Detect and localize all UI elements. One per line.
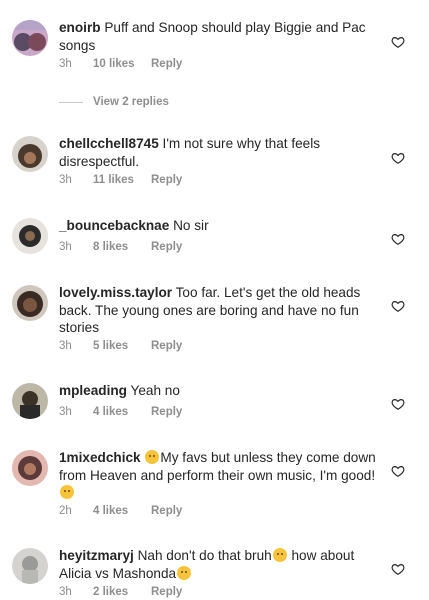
like-heart-icon[interactable] (391, 151, 405, 165)
avatar[interactable] (12, 383, 48, 419)
comment-meta: 3h 4 likes Reply (59, 406, 182, 418)
comment-meta: 2h 4 likes Reply (59, 505, 182, 517)
comment-text: 1mixedchick My favs but unless they come… (59, 449, 381, 502)
likes-count[interactable]: 5 likes (93, 340, 151, 352)
comment-body: No sir (173, 218, 209, 233)
like-heart-icon[interactable] (391, 397, 405, 411)
comment-time: 3h (59, 174, 72, 186)
comment-text: enoirb Puff and Snoop should play Biggie… (59, 19, 381, 54)
comment-text: _bouncebacknae No sir (59, 217, 381, 235)
comment-time: 2h (59, 505, 72, 517)
comment-text: lovely.miss.taylor Too far. Let's get th… (59, 284, 381, 337)
comment-meta: 3h 11 likes Reply (59, 174, 182, 186)
comment-body: Nah don't do that bruh (137, 548, 272, 563)
woozy-emoji-icon (60, 485, 74, 499)
like-heart-icon[interactable] (391, 464, 405, 478)
comment-text: heyitzmaryj Nah don't do that bruh how a… (59, 547, 381, 582)
username[interactable]: _bouncebacknae (59, 218, 169, 233)
likes-count[interactable]: 4 likes (93, 505, 151, 517)
avatar[interactable] (12, 20, 48, 56)
comment-meta: 3h 8 likes Reply (59, 241, 182, 253)
like-heart-icon[interactable] (391, 299, 405, 313)
reply-button[interactable]: Reply (151, 505, 182, 517)
comment-body: Yeah no (130, 383, 180, 398)
tired-emoji-icon (272, 548, 287, 562)
reply-button[interactable]: Reply (151, 340, 182, 352)
comment-time: 3h (59, 241, 72, 253)
like-heart-icon[interactable] (391, 232, 405, 246)
comment-meta: 3h 5 likes Reply (59, 340, 182, 352)
avatar[interactable] (12, 548, 48, 584)
reply-button[interactable]: Reply (151, 586, 182, 598)
view-replies-label: View 2 replies (93, 96, 169, 108)
likes-count[interactable]: 11 likes (93, 174, 151, 186)
comment-time: 3h (59, 406, 72, 418)
likes-count[interactable]: 8 likes (93, 241, 151, 253)
divider-line (59, 101, 83, 103)
like-heart-icon[interactable] (391, 562, 405, 576)
view-replies-button[interactable]: View 2 replies (59, 96, 169, 108)
thinking-emoji-icon (145, 450, 160, 464)
likes-count[interactable]: 2 likes (93, 586, 151, 598)
likes-count[interactable]: 10 likes (93, 58, 151, 70)
comment-meta: 3h 2 likes Reply (59, 586, 182, 598)
avatar[interactable] (12, 285, 48, 321)
avatar[interactable] (12, 136, 48, 172)
username[interactable]: mpleading (59, 383, 127, 398)
comment-meta: 3h 10 likes Reply (59, 58, 182, 70)
reply-button[interactable]: Reply (151, 241, 182, 253)
avatar[interactable] (12, 218, 48, 254)
username[interactable]: lovely.miss.taylor (59, 285, 172, 300)
comment-time: 3h (59, 340, 72, 352)
comment-text: mpleading Yeah no (59, 382, 381, 400)
like-heart-icon[interactable] (391, 35, 405, 49)
username[interactable]: enoirb (59, 20, 101, 35)
comment-time: 3h (59, 58, 72, 70)
reply-button[interactable]: Reply (151, 174, 182, 186)
username[interactable]: heyitzmaryj (59, 548, 134, 563)
username[interactable]: chellcchell8745 (59, 136, 159, 151)
comment-time: 3h (59, 586, 72, 598)
likes-count[interactable]: 4 likes (93, 406, 151, 418)
reply-button[interactable]: Reply (151, 58, 182, 70)
comment-text: chellcchell8745 I'm not sure why that fe… (59, 135, 381, 170)
comment-body: Puff and Snoop should play Biggie and Pa… (59, 20, 366, 53)
woozy-emoji-icon (177, 565, 192, 580)
username[interactable]: 1mixedchick (59, 450, 141, 465)
avatar[interactable] (12, 450, 48, 486)
reply-button[interactable]: Reply (151, 406, 182, 418)
